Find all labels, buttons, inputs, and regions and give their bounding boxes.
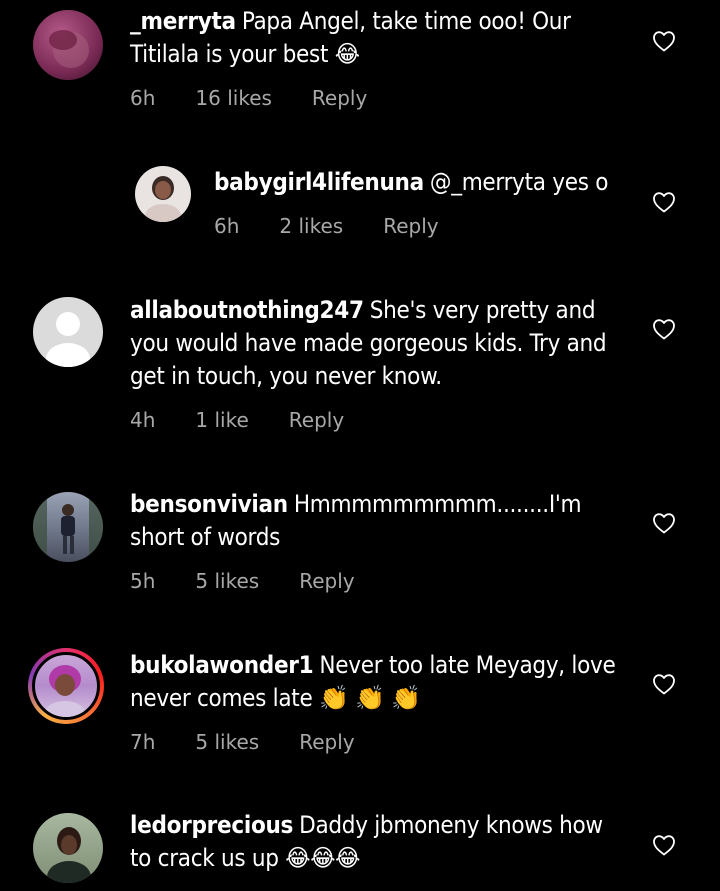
comment-item: bensonvivian Hmmmmmmmmm........I'm short … bbox=[0, 480, 720, 620]
comment-text: bensonvivian Hmmmmmmmmm........I'm short … bbox=[130, 488, 630, 554]
comment-meta: 6h 16 likes Reply bbox=[130, 86, 407, 110]
reply-button[interactable]: Reply bbox=[289, 408, 344, 432]
comment-meta: 4h 1 like Reply bbox=[130, 408, 384, 432]
comment-likes[interactable]: 16 likes bbox=[195, 86, 272, 110]
heart-outline-icon[interactable] bbox=[652, 191, 676, 213]
reply-button[interactable]: Reply bbox=[299, 730, 354, 754]
comment-item: allaboutnothing247 She's very pretty and … bbox=[0, 285, 720, 460]
heart-outline-icon[interactable] bbox=[652, 834, 676, 856]
comment-text: ledorprecious Daddy jbmoneny knows how to… bbox=[130, 809, 630, 875]
comment-time: 6h bbox=[214, 214, 240, 238]
avatar[interactable] bbox=[33, 297, 103, 367]
comment-time: 6h bbox=[130, 86, 156, 110]
comment-text: babygirl4lifenuna @_merryta yes o bbox=[214, 166, 634, 199]
comment-username[interactable]: allaboutnothing247 bbox=[130, 296, 364, 324]
avatar-photo bbox=[49, 30, 89, 68]
comment-likes[interactable]: 2 likes bbox=[279, 214, 343, 238]
comment-username[interactable]: ledorprecious bbox=[130, 811, 293, 839]
comment-time: 4h bbox=[130, 408, 156, 432]
avatar[interactable] bbox=[135, 166, 191, 222]
heart-outline-icon[interactable] bbox=[652, 318, 676, 340]
comment-body: @_merryta yes o bbox=[429, 168, 609, 196]
comment-likes[interactable]: 5 likes bbox=[195, 730, 259, 754]
comment-meta: 7h 5 likes Reply bbox=[130, 730, 395, 754]
avatar-photo bbox=[47, 827, 91, 883]
avatar-photo bbox=[45, 665, 85, 717]
comment-likes[interactable]: 5 likes bbox=[195, 569, 259, 593]
avatar bbox=[32, 652, 100, 720]
comment-item: bukolawonder1 Never too late Meyagy, love… bbox=[0, 640, 720, 780]
emoji: 👏 👏 👏 bbox=[319, 684, 421, 712]
reply-button[interactable]: Reply bbox=[312, 86, 367, 110]
comment-username[interactable]: bensonvivian bbox=[130, 490, 288, 518]
avatar-photo bbox=[145, 176, 181, 222]
reply-button[interactable]: Reply bbox=[383, 214, 438, 238]
comment-item: ledorprecious Daddy jbmoneny knows how to… bbox=[0, 800, 720, 891]
emoji: 😂😂😂 bbox=[285, 844, 361, 872]
avatar[interactable] bbox=[33, 813, 103, 883]
heart-outline-icon[interactable] bbox=[652, 512, 676, 534]
comment-time: 5h bbox=[130, 569, 156, 593]
comment-item: _merryta Papa Angel, take time ooo! Our T… bbox=[0, 0, 720, 130]
emoji: 😂 bbox=[334, 40, 360, 68]
avatar[interactable] bbox=[33, 10, 103, 80]
avatar-photo bbox=[33, 492, 103, 562]
comment-username[interactable]: babygirl4lifenuna bbox=[214, 168, 424, 196]
reply-button[interactable]: Reply bbox=[299, 569, 354, 593]
heart-outline-icon[interactable] bbox=[652, 30, 676, 52]
comment-text: allaboutnothing247 She's very pretty and … bbox=[130, 294, 630, 393]
heart-outline-icon[interactable] bbox=[652, 673, 676, 695]
comment-likes[interactable]: 1 like bbox=[195, 408, 248, 432]
avatar-with-story-ring[interactable] bbox=[28, 648, 104, 724]
avatar[interactable] bbox=[33, 492, 103, 562]
comment-username[interactable]: bukolawonder1 bbox=[130, 651, 314, 679]
comment-meta: 6h 2 likes Reply bbox=[214, 214, 479, 238]
comment-username[interactable]: _merryta bbox=[130, 7, 236, 35]
person-silhouette-icon bbox=[46, 312, 90, 367]
comment-text: bukolawonder1 Never too late Meyagy, love… bbox=[130, 649, 630, 715]
comment-text: _merryta Papa Angel, take time ooo! Our T… bbox=[130, 5, 630, 71]
reply-comment-item: babygirl4lifenuna @_merryta yes o 6h 2 li… bbox=[0, 150, 720, 260]
comment-time: 7h bbox=[130, 730, 156, 754]
comment-meta: 5h 5 likes Reply bbox=[130, 569, 395, 593]
